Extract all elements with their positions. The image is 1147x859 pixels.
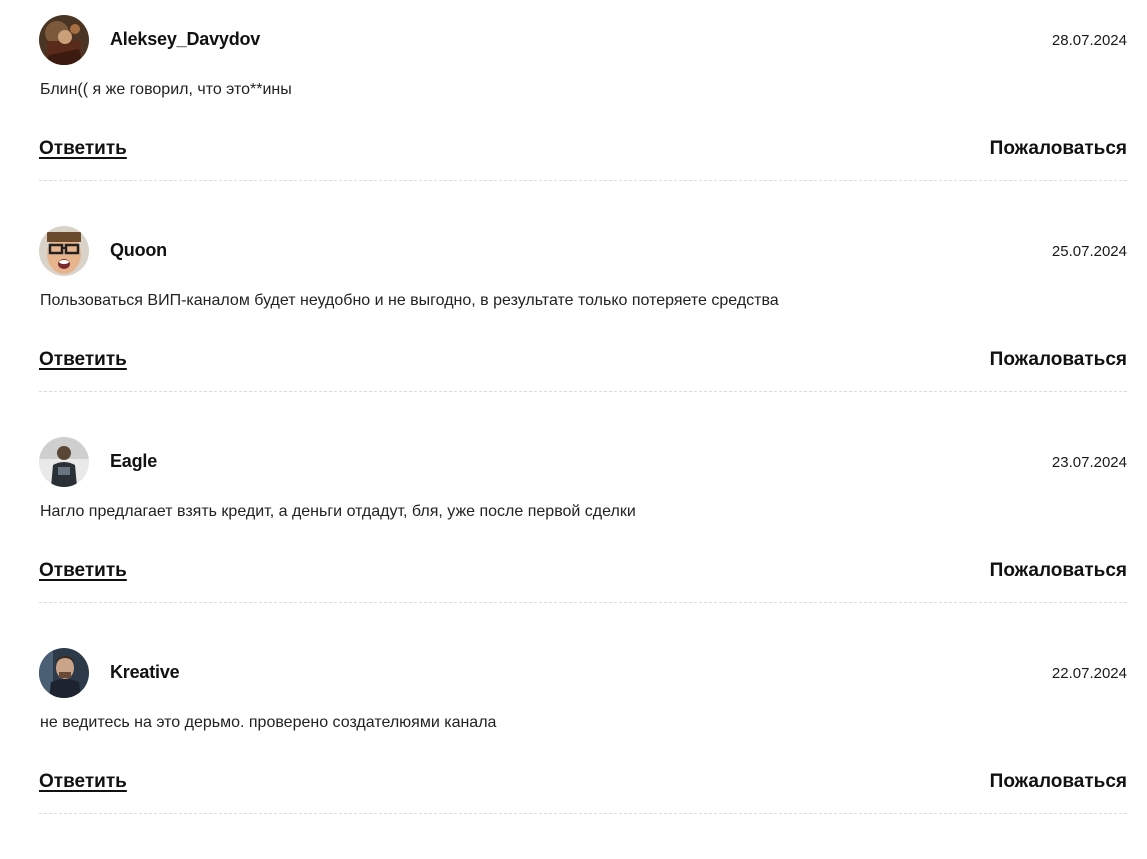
avatar[interactable] xyxy=(39,437,89,487)
report-link[interactable]: Пожаловаться xyxy=(990,771,1127,793)
comment-header: Eagle 23.07.2024 xyxy=(39,437,1127,487)
comment-date: 22.07.2024 xyxy=(1051,665,1127,682)
comment-divider xyxy=(39,813,1127,814)
user-avatar-icon xyxy=(39,15,89,65)
comment-text: Пользоваться ВИП-каналом будет неудобно … xyxy=(40,292,779,309)
report-link[interactable]: Пожаловаться xyxy=(990,560,1127,582)
comment-author[interactable]: Eagle xyxy=(110,451,157,472)
report-link[interactable]: Пожаловаться xyxy=(990,138,1127,160)
user-avatar-icon xyxy=(39,226,89,276)
comment-item: Aleksey_Davydov 28.07.2024 Блин(( я же г… xyxy=(39,15,1127,226)
reply-link[interactable]: Ответить xyxy=(39,771,127,793)
comment-item: Quoon 25.07.2024 Пользоваться ВИП-канало… xyxy=(39,226,1127,437)
comment-actions: Ответить Пожаловаться xyxy=(39,771,1127,795)
comment-header: Quoon 25.07.2024 xyxy=(39,226,1127,276)
comment-actions: Ответить Пожаловаться xyxy=(39,349,1127,373)
comment-item: Kreative 22.07.2024 не ведитесь на это д… xyxy=(39,648,1127,859)
comment-date: 25.07.2024 xyxy=(1051,243,1127,260)
user-avatar-icon xyxy=(39,648,89,698)
comment-text: не ведитесь на это дерьмо. проверено соз… xyxy=(40,714,497,731)
comment-divider xyxy=(39,180,1127,181)
reply-link[interactable]: Ответить xyxy=(39,560,127,582)
comment-author[interactable]: Quoon xyxy=(110,240,167,261)
reply-link[interactable]: Ответить xyxy=(39,349,127,371)
user-avatar-icon xyxy=(39,437,89,487)
comment-date: 23.07.2024 xyxy=(1051,454,1127,471)
comment-header: Aleksey_Davydov 28.07.2024 xyxy=(39,15,1127,65)
comment-actions: Ответить Пожаловаться xyxy=(39,138,1127,162)
comment-author[interactable]: Kreative xyxy=(110,662,180,683)
comments-list: Aleksey_Davydov 28.07.2024 Блин(( я же г… xyxy=(39,15,1127,859)
report-link[interactable]: Пожаловаться xyxy=(990,349,1127,371)
avatar[interactable] xyxy=(39,648,89,698)
comment-divider xyxy=(39,391,1127,392)
avatar[interactable] xyxy=(39,226,89,276)
avatar[interactable] xyxy=(39,15,89,65)
comment-date: 28.07.2024 xyxy=(1051,32,1127,49)
comment-divider xyxy=(39,602,1127,603)
comment-header: Kreative 22.07.2024 xyxy=(39,648,1127,698)
comment-text: Нагло предлагает взять кредит, а деньги … xyxy=(40,503,636,520)
comment-text: Блин(( я же говорил, что это**ины xyxy=(40,81,292,98)
comment-item: Eagle 23.07.2024 Нагло предлагает взять … xyxy=(39,437,1127,648)
reply-link[interactable]: Ответить xyxy=(39,138,127,160)
comment-actions: Ответить Пожаловаться xyxy=(39,560,1127,584)
comment-author[interactable]: Aleksey_Davydov xyxy=(110,29,260,50)
